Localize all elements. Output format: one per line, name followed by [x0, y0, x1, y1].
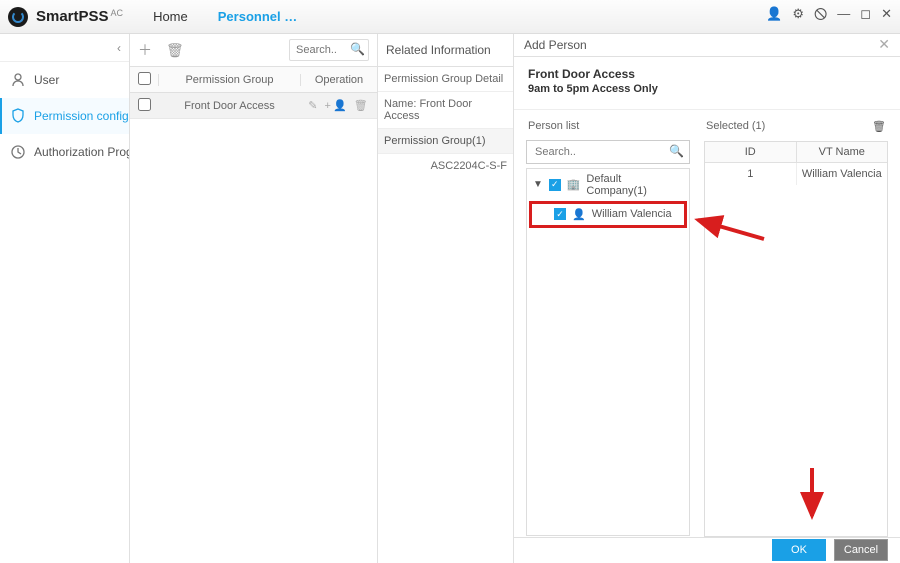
grid-col-operation: Operation	[301, 74, 377, 86]
tree-person[interactable]: ✓ 👤 William Valencia	[529, 201, 687, 228]
panel-close-icon[interactable]: ✕	[878, 36, 890, 53]
tree-person-checkbox[interactable]: ✓	[554, 208, 566, 220]
sidebar-label-permission: Permission config…	[34, 109, 129, 123]
info-name: Name: Front Door Access	[378, 92, 513, 129]
sidebar-label-authorization: Authorization Prog…	[34, 145, 129, 159]
tab-home[interactable]: Home	[153, 9, 188, 24]
grid-row-checkbox[interactable]	[138, 98, 151, 111]
org-icon: 🏢	[567, 178, 581, 191]
grid-select-all[interactable]	[138, 72, 151, 85]
info-group[interactable]: Permission Group(1)	[378, 129, 513, 154]
grid-row[interactable]: Front Door Access ✎ +👤 🗑	[130, 93, 377, 119]
person-tree: ▼ ✓ 🏢 Default Company(1) ✓ 👤 William Val…	[526, 168, 690, 536]
sidebar-item-permission[interactable]: Permission config…	[0, 98, 129, 134]
cancel-button[interactable]: Cancel	[834, 539, 888, 561]
selected-label: Selected (1)	[706, 120, 765, 132]
sidebar-item-user[interactable]: User	[0, 62, 129, 98]
tree-root-label: Default Company(1)	[586, 173, 683, 197]
info-detail-label: Permission Group Detail	[378, 67, 513, 92]
clear-selected-icon[interactable]: 🗑	[872, 120, 886, 133]
close-icon[interactable]: ✕	[881, 6, 892, 28]
grid-header: Permission Group Operation	[130, 67, 377, 93]
app-name: SmartPSSAC	[34, 8, 123, 25]
logo-icon	[8, 7, 28, 27]
sidebar-label-user: User	[34, 73, 59, 87]
sidebar-collapse[interactable]: ‹	[0, 34, 129, 62]
panel-title: Add Person	[524, 38, 587, 52]
grid-search-input[interactable]	[289, 39, 369, 61]
gear-icon[interactable]: ⚙	[792, 6, 804, 28]
shield-icon	[10, 108, 26, 124]
delete-icon[interactable]: 🗑	[166, 42, 184, 59]
person-search-input[interactable]	[526, 140, 690, 164]
grid-row-name: Front Door Access	[158, 100, 301, 112]
caret-down-icon: ▼	[533, 179, 543, 190]
grid-col-group: Permission Group	[158, 74, 301, 86]
sidebar-item-authorization[interactable]: Authorization Prog…	[0, 134, 129, 170]
tree-root-checkbox[interactable]: ✓	[549, 179, 561, 191]
lock-icon[interactable]: 🛇	[814, 6, 827, 28]
minimize-icon[interactable]: —	[837, 6, 850, 28]
user-icon[interactable]: 👤	[766, 6, 782, 28]
selected-col-name: VT Name	[797, 142, 888, 162]
selected-col-id: ID	[705, 142, 797, 162]
clock-icon	[10, 144, 26, 160]
panel-heading: Front Door Access	[528, 67, 886, 81]
ok-button[interactable]: OK	[772, 539, 826, 561]
selected-row[interactable]: 1 William Valencia	[705, 163, 887, 185]
user-icon	[10, 72, 26, 88]
person-icon: 👤	[572, 208, 586, 221]
maximize-icon[interactable]: ◻	[860, 6, 871, 28]
app-logo: SmartPSSAC	[8, 7, 123, 27]
tree-person-label: William Valencia	[592, 208, 672, 220]
tab-personnel[interactable]: Personnel …	[218, 9, 297, 24]
panel-subheading: 9am to 5pm Access Only	[528, 83, 886, 95]
grid-row-ops[interactable]: ✎ +👤 🗑	[301, 99, 377, 112]
add-icon[interactable]: ＋	[138, 40, 152, 60]
selected-row-name: William Valencia	[797, 163, 888, 185]
info-device[interactable]: ASC2204C-S-F	[378, 154, 513, 178]
info-title: Related Information	[378, 34, 513, 67]
person-list-label: Person list	[526, 120, 690, 132]
selected-table: ID VT Name 1 William Valencia	[704, 141, 888, 537]
selected-row-id: 1	[705, 163, 797, 185]
tree-root[interactable]: ▼ ✓ 🏢 Default Company(1)	[527, 169, 689, 201]
